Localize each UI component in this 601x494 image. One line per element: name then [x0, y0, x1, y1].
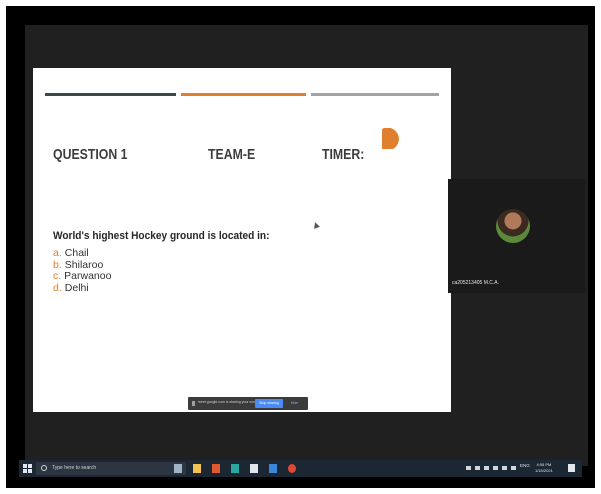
search-icon: [41, 465, 47, 471]
question-number: QUESTION 1: [53, 146, 128, 163]
participant-avatar: [496, 209, 530, 243]
file-explorer-icon[interactable]: [193, 464, 201, 473]
notification-icon[interactable]: [568, 464, 575, 472]
participant-name: ca205213405 M.C.A.: [452, 280, 499, 286]
answer-options: a. Chail b. Shilaroo c. Parwanoo d. Delhi: [53, 247, 111, 294]
network-icon[interactable]: [475, 466, 480, 470]
edge-icon[interactable]: [231, 464, 239, 473]
option-d: d. Delhi: [53, 281, 89, 294]
slide-top-bar-dark: [45, 93, 176, 96]
office-icon[interactable]: [212, 464, 220, 473]
chevron-up-icon[interactable]: [466, 466, 471, 470]
hide-button[interactable]: Hide: [286, 399, 303, 408]
language-indicator[interactable]: ENG: [520, 463, 530, 468]
chrome-icon[interactable]: [288, 464, 296, 473]
battery-icon[interactable]: [493, 466, 498, 470]
timer-pie-icon: [382, 128, 399, 149]
search-placeholder: Type here to search: [52, 465, 97, 471]
mail-icon[interactable]: [269, 464, 277, 473]
cloud-icon[interactable]: [484, 466, 489, 470]
share-message: meet.google.com is sharing your screen.: [198, 400, 262, 404]
task-view-icon[interactable]: [174, 464, 182, 473]
clock-date: 1/15/2021: [535, 468, 553, 473]
mouse-cursor-icon: [312, 221, 320, 229]
slide-top-bar-grey: [311, 93, 439, 96]
taskbar-clock[interactable]: 4:55 PM 1/15/2021: [535, 462, 553, 474]
presentation-slide: QUESTION 1 TEAM-E TIMER: World's highest…: [33, 68, 451, 412]
screen-share-notice: meet.google.com is sharing your screen. …: [188, 397, 308, 410]
volume-icon[interactable]: [511, 466, 516, 470]
stop-sharing-button[interactable]: Stop sharing: [255, 399, 283, 408]
windows-start-icon[interactable]: [23, 464, 32, 473]
timer-label: TIMER:: [322, 146, 365, 163]
participant-tile[interactable]: ca205213405 M.C.A.: [448, 179, 585, 293]
question-text: World's highest Hockey ground is located…: [53, 230, 270, 242]
windows-taskbar: Type here to search ENG 4:55 PM 1/15/202…: [19, 460, 582, 477]
store-icon[interactable]: [250, 464, 258, 473]
team-label: TEAM-E: [208, 146, 256, 163]
wifi-icon[interactable]: [502, 466, 507, 470]
slide-top-bar-orange: [181, 93, 306, 96]
drag-handle-icon[interactable]: [192, 401, 195, 406]
taskbar-search-box[interactable]: Type here to search: [36, 462, 186, 475]
